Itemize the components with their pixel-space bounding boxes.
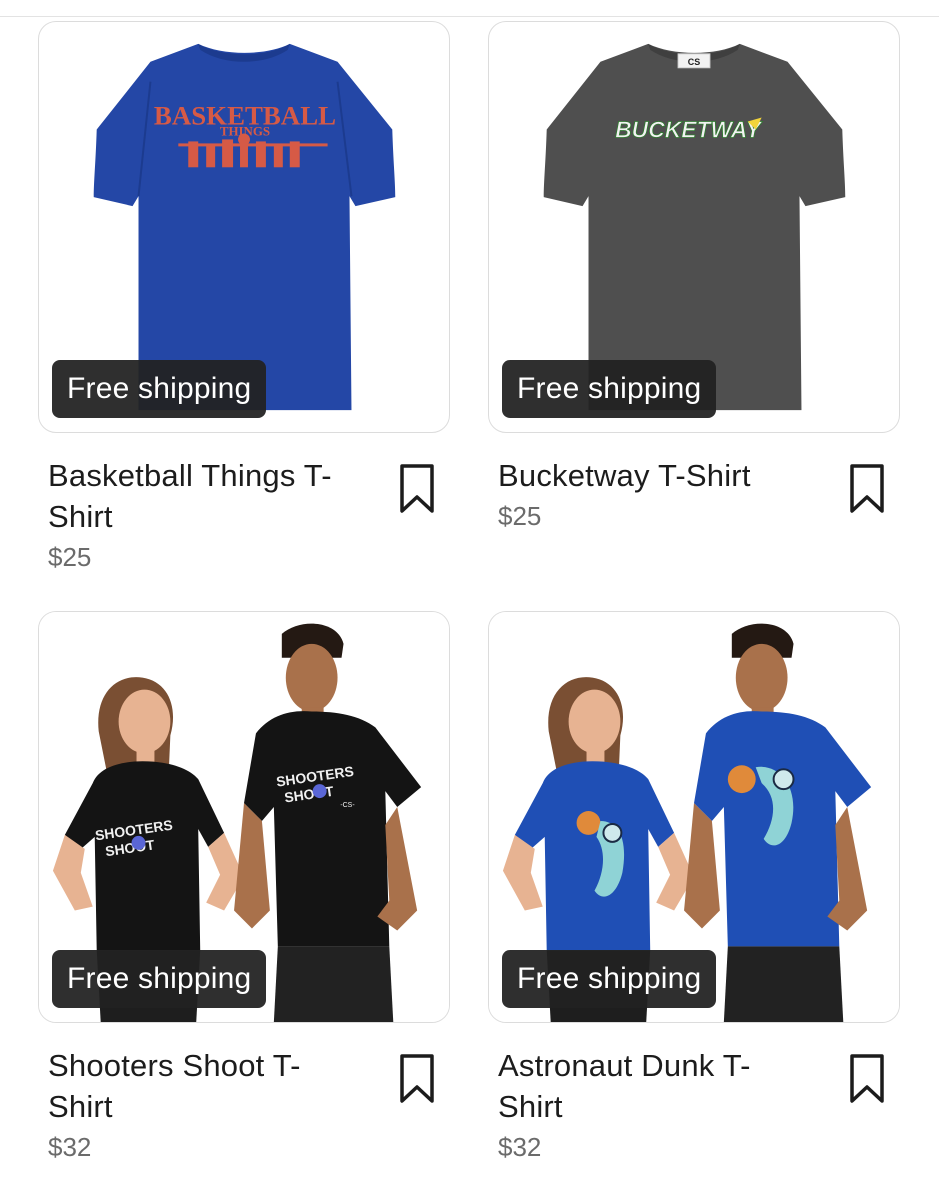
product-image[interactable]: SHOOTERS SHOOT SHOOTERS SHOOT -CS- Free …	[38, 611, 450, 1023]
product-card-shooters-shoot[interactable]: SHOOTERS SHOOT SHOOTERS SHOOT -CS- Free …	[38, 611, 450, 1165]
svg-text:CS: CS	[688, 57, 700, 67]
product-title[interactable]: Shooters Shoot T-Shirt	[48, 1045, 348, 1127]
bookmark-icon[interactable]	[398, 463, 436, 515]
product-card-basketball-things[interactable]: BASKETBALL THINGS Free shipping Basketba…	[38, 21, 450, 575]
free-shipping-badge: Free shipping	[52, 950, 267, 1008]
product-card-bucketway[interactable]: CS BUCKETWAY Free shipping Bucketway T-S…	[488, 21, 900, 534]
product-price: $25	[48, 542, 92, 572]
svg-text:BUCKETWAY: BUCKETWAY	[615, 116, 762, 142]
svg-text:-CS-: -CS-	[340, 802, 354, 809]
free-shipping-badge: Free shipping	[502, 360, 717, 418]
product-price: $25	[498, 501, 542, 531]
bookmark-icon[interactable]	[848, 1053, 886, 1105]
product-title[interactable]: Basketball Things T-Shirt	[48, 455, 348, 537]
product-image[interactable]: Free shipping	[488, 611, 900, 1023]
top-divider	[0, 16, 939, 17]
bookmark-icon[interactable]	[848, 463, 886, 515]
free-shipping-badge: Free shipping	[502, 950, 717, 1008]
free-shipping-badge: Free shipping	[52, 360, 267, 418]
product-image[interactable]: CS BUCKETWAY Free shipping	[488, 21, 900, 433]
product-title[interactable]: Astronaut Dunk T-Shirt	[498, 1045, 798, 1127]
product-title[interactable]: Bucketway T-Shirt	[498, 455, 798, 496]
bookmark-icon[interactable]	[398, 1053, 436, 1105]
product-price: $32	[498, 1132, 542, 1162]
product-price: $32	[48, 1132, 92, 1162]
product-card-astronaut-dunk[interactable]: Free shipping Astronaut Dunk T-Shirt $32	[488, 611, 900, 1165]
product-image[interactable]: BASKETBALL THINGS Free shipping	[38, 21, 450, 433]
